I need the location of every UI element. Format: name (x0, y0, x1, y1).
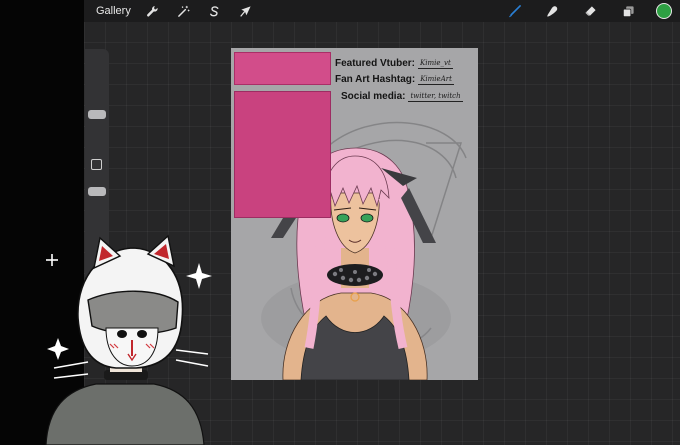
transform-button[interactable] (236, 1, 256, 21)
selection-button[interactable] (205, 1, 225, 21)
modify-button[interactable] (91, 159, 102, 170)
top-toolbar: Gallery (84, 0, 680, 22)
magic-wand-icon (178, 5, 190, 17)
social-row: Social media: twitter, twitch (335, 87, 475, 102)
reference-strip-image (234, 52, 331, 85)
adjustments-button[interactable] (174, 1, 194, 21)
smudge-icon (546, 5, 557, 17)
selection-icon (210, 5, 219, 16)
eraser-button[interactable] (580, 1, 600, 21)
streamer-avatar (36, 228, 216, 445)
featured-value: Kimie_vt (418, 59, 453, 69)
layers-icon (622, 5, 634, 17)
social-label: Social media: (341, 91, 406, 102)
transform-arrow-icon (240, 5, 251, 17)
smudge-button[interactable] (542, 1, 562, 21)
reference-sheet-image (234, 91, 331, 218)
eraser-icon (584, 5, 596, 16)
hashtag-value: KimieArt (418, 75, 454, 85)
paint-brush-button[interactable] (504, 1, 524, 21)
info-block: Featured Vtuber: Kimie_vt Fan Art Hashta… (335, 54, 475, 103)
helmet-avatar-drawing (45, 234, 212, 445)
actions-button[interactable] (143, 1, 163, 21)
brush-size-slider[interactable] (88, 110, 106, 119)
hashtag-row: Fan Art Hashtag: KimieArt (335, 70, 475, 85)
social-value: twitter, twitch (408, 92, 463, 102)
gallery-button[interactable]: Gallery (96, 5, 131, 17)
layers-button[interactable] (618, 1, 638, 21)
featured-label: Featured Vtuber: (335, 58, 416, 69)
color-picker-button[interactable] (656, 3, 672, 19)
wrench-icon (147, 5, 158, 17)
artwork-canvas[interactable]: Featured Vtuber: Kimie_vt Fan Art Hashta… (231, 48, 478, 380)
opacity-slider[interactable] (88, 187, 106, 196)
brush-icon (508, 4, 521, 17)
hashtag-label: Fan Art Hashtag: (335, 74, 416, 85)
featured-row: Featured Vtuber: Kimie_vt (335, 54, 475, 69)
